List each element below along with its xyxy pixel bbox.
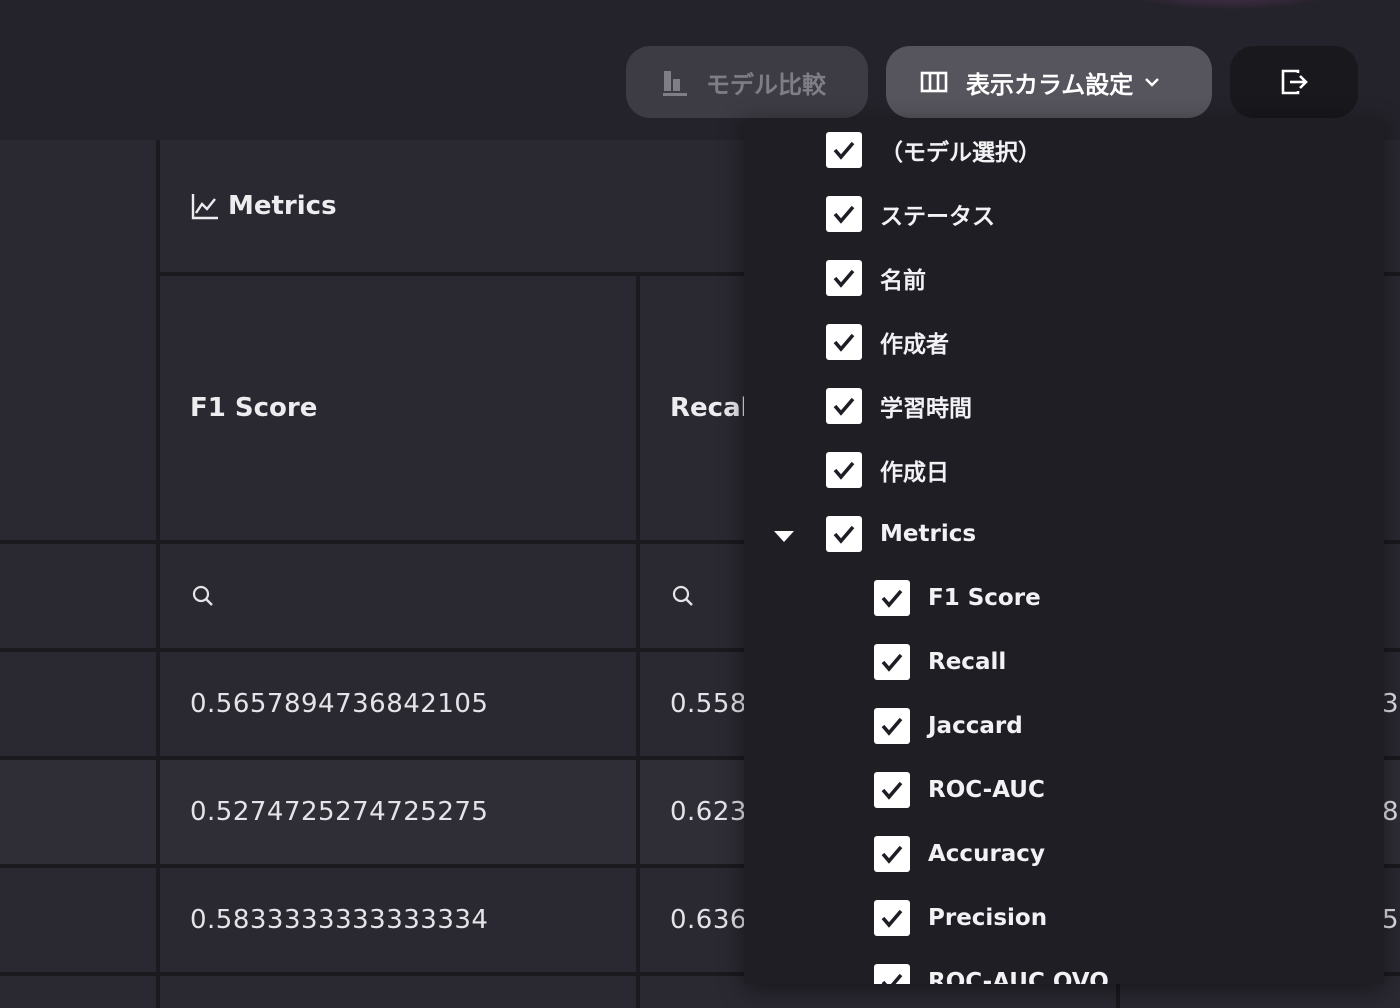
checkmark-icon	[881, 909, 903, 928]
column-header-f1-score[interactable]: F1 Score	[160, 276, 636, 540]
checkbox[interactable]	[874, 900, 910, 936]
menu-item-label: Metrics	[880, 521, 977, 547]
checkbox[interactable]	[826, 260, 862, 296]
checkmark-icon	[833, 397, 855, 416]
menu-item-roc-auc-ovo[interactable]: ROC-AUC OVO	[874, 950, 1109, 984]
logout-button[interactable]	[1230, 46, 1358, 118]
menu-item-name[interactable]: 名前	[826, 246, 926, 310]
table-cell: 0.5657894736842105	[160, 652, 636, 756]
checkmark-icon	[833, 333, 855, 352]
menu-item-f1-score[interactable]: F1 Score	[874, 566, 1041, 630]
chevron-down-icon	[1145, 78, 1160, 87]
table-row	[0, 760, 156, 864]
table-cell	[160, 976, 636, 1008]
bar-chart-icon	[663, 71, 687, 96]
model-compare-label: モデル比較	[706, 70, 826, 99]
recall-value: 0.636	[670, 905, 747, 935]
f1-score-value: 0.5833333333333334	[190, 905, 489, 935]
checkbox[interactable]	[874, 644, 910, 680]
menu-item-jaccard[interactable]: Jaccard	[874, 694, 1023, 758]
menu-item-label: 作成者	[880, 332, 949, 358]
line-chart-icon	[191, 194, 218, 220]
model-compare-button[interactable]: モデル比較	[626, 46, 868, 118]
logout-icon	[1281, 69, 1308, 95]
f1-score-value: 0.5657894736842105	[190, 689, 489, 719]
columns-icon	[920, 71, 948, 93]
menu-item-accuracy[interactable]: Accuracy	[874, 822, 1045, 886]
column-settings-menu: （モデル選択） ステータス 名前 作成者 学習時間 作成日 Metrics F1…	[744, 118, 1384, 984]
checkmark-icon	[881, 653, 903, 672]
caret-down-icon[interactable]	[774, 529, 794, 543]
page: モデル比較 表示カラム設定 Metrics F1 Score 0.5657894…	[0, 0, 1400, 1008]
column-settings-label: 表示カラム設定	[966, 70, 1134, 99]
left-column-header	[0, 140, 156, 540]
search-icon	[192, 585, 213, 606]
checkbox[interactable]	[826, 132, 862, 168]
left-column-filter	[0, 544, 156, 648]
table-row	[0, 652, 156, 756]
recall-value: 0.558	[670, 689, 747, 719]
menu-item-label: F1 Score	[928, 585, 1041, 611]
cell-value: 3	[1382, 689, 1400, 719]
table-cell: 0.5274725274725275	[160, 760, 636, 864]
menu-item-precision[interactable]: Precision	[874, 886, 1047, 950]
menu-item-status[interactable]: ステータス	[826, 182, 995, 246]
checkmark-icon	[833, 461, 855, 480]
checkbox[interactable]	[826, 516, 862, 552]
checkmark-icon	[881, 717, 903, 736]
menu-item-recall[interactable]: Recall	[874, 630, 1006, 694]
checkbox[interactable]	[874, 772, 910, 808]
recall-value: 0.623	[670, 797, 747, 827]
menu-item-label: （モデル選択）	[880, 140, 1041, 166]
table-cell: 0.5833333333333334	[160, 868, 636, 972]
checkmark-icon	[833, 525, 855, 544]
cell-value: 5	[1382, 905, 1400, 935]
menu-item-label: 作成日	[880, 460, 949, 486]
menu-item-label: Recall	[928, 649, 1007, 675]
checkbox[interactable]	[826, 452, 862, 488]
checkmark-icon	[833, 205, 855, 224]
checkmark-icon	[833, 141, 855, 160]
menu-item-training-time[interactable]: 学習時間	[826, 374, 972, 438]
checkmark-icon	[881, 589, 903, 608]
cell-value: 8	[1382, 797, 1400, 827]
metrics-group-label: Metrics	[228, 191, 337, 221]
column-header-label: F1 Score	[190, 393, 318, 423]
menu-item-label: Jaccard	[928, 713, 1023, 739]
checkmark-icon	[881, 845, 903, 864]
menu-item-label: 名前	[880, 268, 926, 294]
menu-item-roc-auc[interactable]: ROC-AUC	[874, 758, 1045, 822]
checkbox[interactable]	[826, 324, 862, 360]
table-row	[0, 868, 156, 972]
checkbox[interactable]	[874, 708, 910, 744]
checkmark-icon	[881, 973, 903, 984]
menu-item-label: 学習時間	[880, 396, 972, 422]
menu-item-label: Precision	[928, 905, 1048, 931]
menu-item-created-date[interactable]: 作成日	[826, 438, 949, 502]
menu-item-label: ステータス	[880, 204, 995, 230]
menu-item-model-select[interactable]: （モデル選択）	[826, 118, 1041, 182]
menu-item-label: Accuracy	[928, 841, 1045, 867]
menu-item-creator[interactable]: 作成者	[826, 310, 949, 374]
f1-score-value: 0.5274725274725275	[190, 797, 489, 827]
checkbox[interactable]	[874, 836, 910, 872]
checkbox[interactable]	[874, 580, 910, 616]
menu-item-label: ROC-AUC OVO	[928, 969, 1109, 984]
table-row	[0, 976, 156, 1008]
f1-score-filter[interactable]	[160, 544, 636, 648]
search-icon	[672, 585, 693, 606]
column-settings-button[interactable]: 表示カラム設定	[886, 46, 1212, 118]
checkmark-icon	[833, 269, 855, 288]
decorative-glow	[1110, 0, 1350, 10]
checkbox[interactable]	[826, 388, 862, 424]
checkbox[interactable]	[874, 964, 910, 984]
checkbox[interactable]	[826, 196, 862, 232]
menu-item-label: ROC-AUC	[928, 777, 1045, 803]
checkmark-icon	[881, 781, 903, 800]
menu-item-metrics[interactable]: Metrics	[826, 502, 976, 566]
